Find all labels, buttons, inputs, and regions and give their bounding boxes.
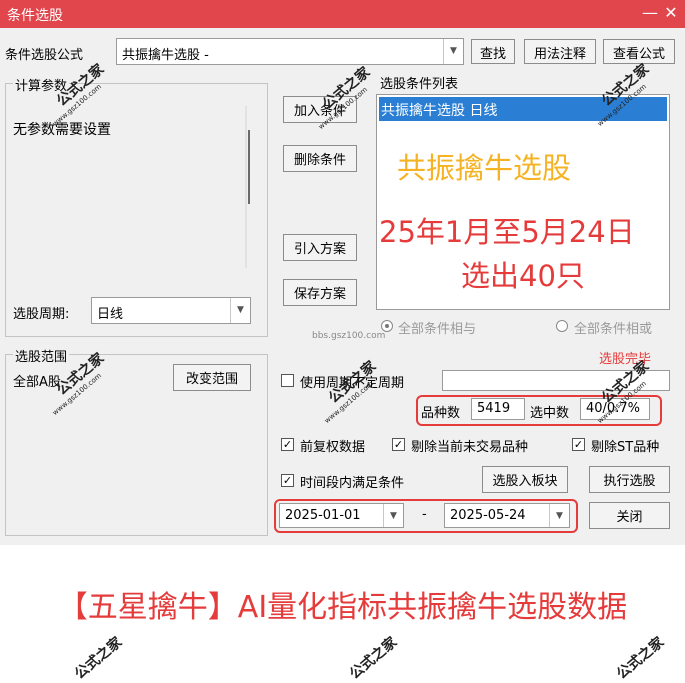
params-scroll-track	[245, 106, 247, 268]
select-complete-note: 选股完毕	[599, 352, 652, 367]
add-to-board-button[interactable]: 选股入板块	[482, 466, 568, 493]
find-button[interactable]: 查找	[471, 39, 515, 64]
or-label: 全部条件相或	[574, 322, 653, 337]
save-plan-button[interactable]: 保存方案	[283, 279, 357, 306]
close-window-button[interactable]: ✕	[662, 3, 680, 22]
formula-label: 条件选股公式	[5, 48, 84, 63]
adjust-checkbox[interactable]: ✓	[281, 438, 294, 451]
params-scrollbar[interactable]	[248, 130, 250, 204]
date-highlight-box	[274, 499, 578, 533]
promo-banner: 【五星擒牛】AI量化指标共振擒牛选股数据	[57, 590, 628, 625]
import-plan-button[interactable]: 引入方案	[283, 234, 357, 261]
watermark: 公式之家	[613, 634, 668, 683]
range-value: 全部A股	[13, 375, 61, 390]
condition-list[interactable]: 共振擒牛选股 日线 共振擒牛选股 25年1月至5月24日 选出40只	[376, 94, 670, 310]
adjust-label: 前复权数据	[300, 440, 366, 455]
usage-notes-button[interactable]: 用法注释	[524, 39, 596, 64]
window-title: 条件选股	[7, 8, 63, 24]
title-bar: 条件选股 — ✕	[0, 0, 685, 28]
add-condition-button[interactable]: 加入条件	[283, 96, 357, 123]
chevron-down-icon[interactable]: ▼	[230, 298, 250, 323]
formula-select[interactable]: 共振擒牛选股 - ▼	[116, 38, 464, 65]
period-input[interactable]	[442, 370, 670, 391]
delete-condition-button[interactable]: 删除条件	[283, 145, 357, 172]
condition-list-item[interactable]: 共振擒牛选股 日线	[379, 97, 667, 121]
watermark-url: bbs.gsz100.com	[312, 331, 386, 341]
use-period-checkbox[interactable]	[281, 374, 294, 387]
change-range-button[interactable]: 改变范围	[173, 364, 251, 391]
time-range-checkbox[interactable]: ✓	[281, 474, 294, 487]
use-period-label: 使用周期不定周期	[300, 376, 405, 391]
run-selection-button[interactable]: 执行选股	[589, 466, 670, 493]
exclude-untraded-checkbox[interactable]: ✓	[392, 438, 405, 451]
params-group-title: 计算参数	[13, 75, 70, 94]
overlay-result: 选出40只	[461, 259, 585, 293]
exclude-untraded-label: 剔除当前未交易品种	[411, 440, 529, 455]
close-button[interactable]: 关闭	[589, 502, 670, 529]
exclude-st-label: 剔除ST品种	[591, 440, 660, 455]
chevron-down-icon[interactable]: ▼	[443, 39, 463, 64]
exclude-st-checkbox[interactable]: ✓	[572, 438, 585, 451]
overlay-title: 共振擒牛选股	[397, 151, 572, 185]
condition-stock-dialog: 条件选股 — ✕ 条件选股公式 共振擒牛选股 - ▼ 查找 用法注释 查看公式 …	[0, 0, 685, 545]
period-label: 选股周期:	[13, 307, 70, 322]
stats-highlight-box	[416, 395, 662, 426]
view-formula-button[interactable]: 查看公式	[603, 39, 675, 64]
condition-list-title: 选股条件列表	[380, 77, 459, 92]
or-radio[interactable]	[556, 320, 568, 332]
period-select-value: 日线	[97, 307, 124, 322]
range-group-title: 选股范围	[13, 346, 70, 365]
minimize-button[interactable]: —	[641, 3, 659, 22]
formula-select-value: 共振擒牛选股 -	[122, 48, 209, 63]
and-label: 全部条件相与	[398, 322, 477, 337]
time-range-label: 时间段内满足条件	[300, 476, 405, 491]
watermark: 公式之家	[71, 634, 126, 683]
params-message: 无参数需要设置	[13, 122, 111, 138]
period-select[interactable]: 日线 ▼	[91, 297, 251, 324]
overlay-date-range: 25年1月至5月24日	[379, 215, 635, 249]
watermark: 公式之家	[346, 634, 401, 683]
